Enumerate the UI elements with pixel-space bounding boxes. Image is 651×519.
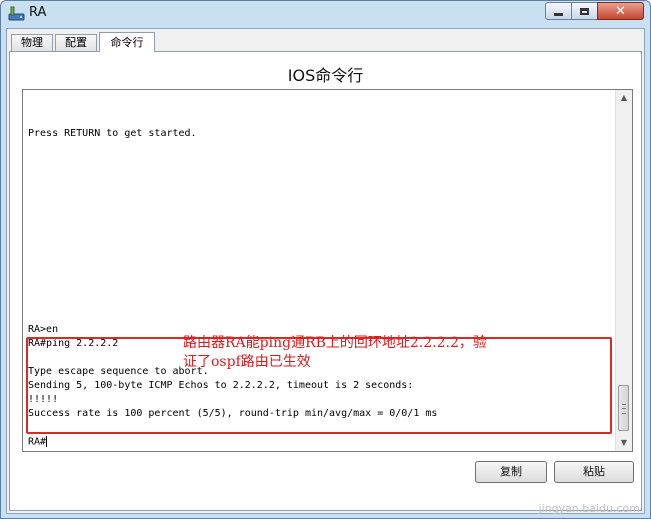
maximize-button[interactable]: [571, 2, 598, 20]
scroll-up-arrow-icon[interactable]: ▲: [616, 90, 632, 106]
scrollbar-thumb[interactable]: [618, 385, 629, 431]
annotation-text: 路由器RA能ping通RB上的回环地址2.2.2.2，验 证了ospf路由已生效: [183, 334, 563, 372]
scroll-down-arrow-icon[interactable]: ▼: [616, 435, 632, 451]
maximize-icon: [580, 7, 589, 15]
title-bar: RA ✕: [1, 1, 650, 27]
panel-title: IOS命令行: [287, 66, 364, 85]
terminal-line: RA>en: [28, 324, 59, 335]
copy-button[interactable]: 复制: [475, 461, 547, 483]
close-icon: ✕: [615, 3, 626, 19]
tab-config[interactable]: 配置: [55, 34, 97, 51]
minimize-icon: [554, 13, 563, 16]
paste-button[interactable]: 粘贴: [554, 461, 634, 483]
window-client-area: 物理 配置 命令行 IOS命令行 Press RETURN to get sta…: [6, 28, 645, 514]
annotation-line-2: 证了ospf路由已生效: [183, 354, 311, 370]
window-title: RA: [29, 5, 47, 20]
annotation-line-1: 路由器RA能ping通RB上的回环地址2.2.2.2，验: [183, 335, 487, 351]
tab-cli[interactable]: 命令行: [99, 32, 155, 52]
app-window: RA ✕ 物理 配置 命令行 IOS命令行 Press RETURN to ge…: [0, 0, 651, 519]
watermark: jingyan.baidu.com: [538, 502, 640, 515]
terminal-prompt-line: RA#: [28, 436, 48, 449]
minimize-button[interactable]: [545, 2, 572, 20]
tab-physical[interactable]: 物理: [11, 34, 53, 51]
grip-icon: [622, 404, 626, 414]
terminal-prompt: RA#: [28, 436, 47, 448]
text-cursor: [46, 436, 48, 447]
terminal-output[interactable]: Press RETURN to get started. RA>en RA#pi…: [22, 89, 633, 452]
router-icon: [8, 5, 25, 22]
cli-panel: IOS命令行 Press RETURN to get started. RA>e…: [9, 51, 642, 511]
vertical-scrollbar[interactable]: ▲ ▼: [615, 90, 632, 451]
terminal-line: Press RETURN to get started.: [28, 128, 197, 139]
close-button[interactable]: ✕: [597, 2, 644, 20]
